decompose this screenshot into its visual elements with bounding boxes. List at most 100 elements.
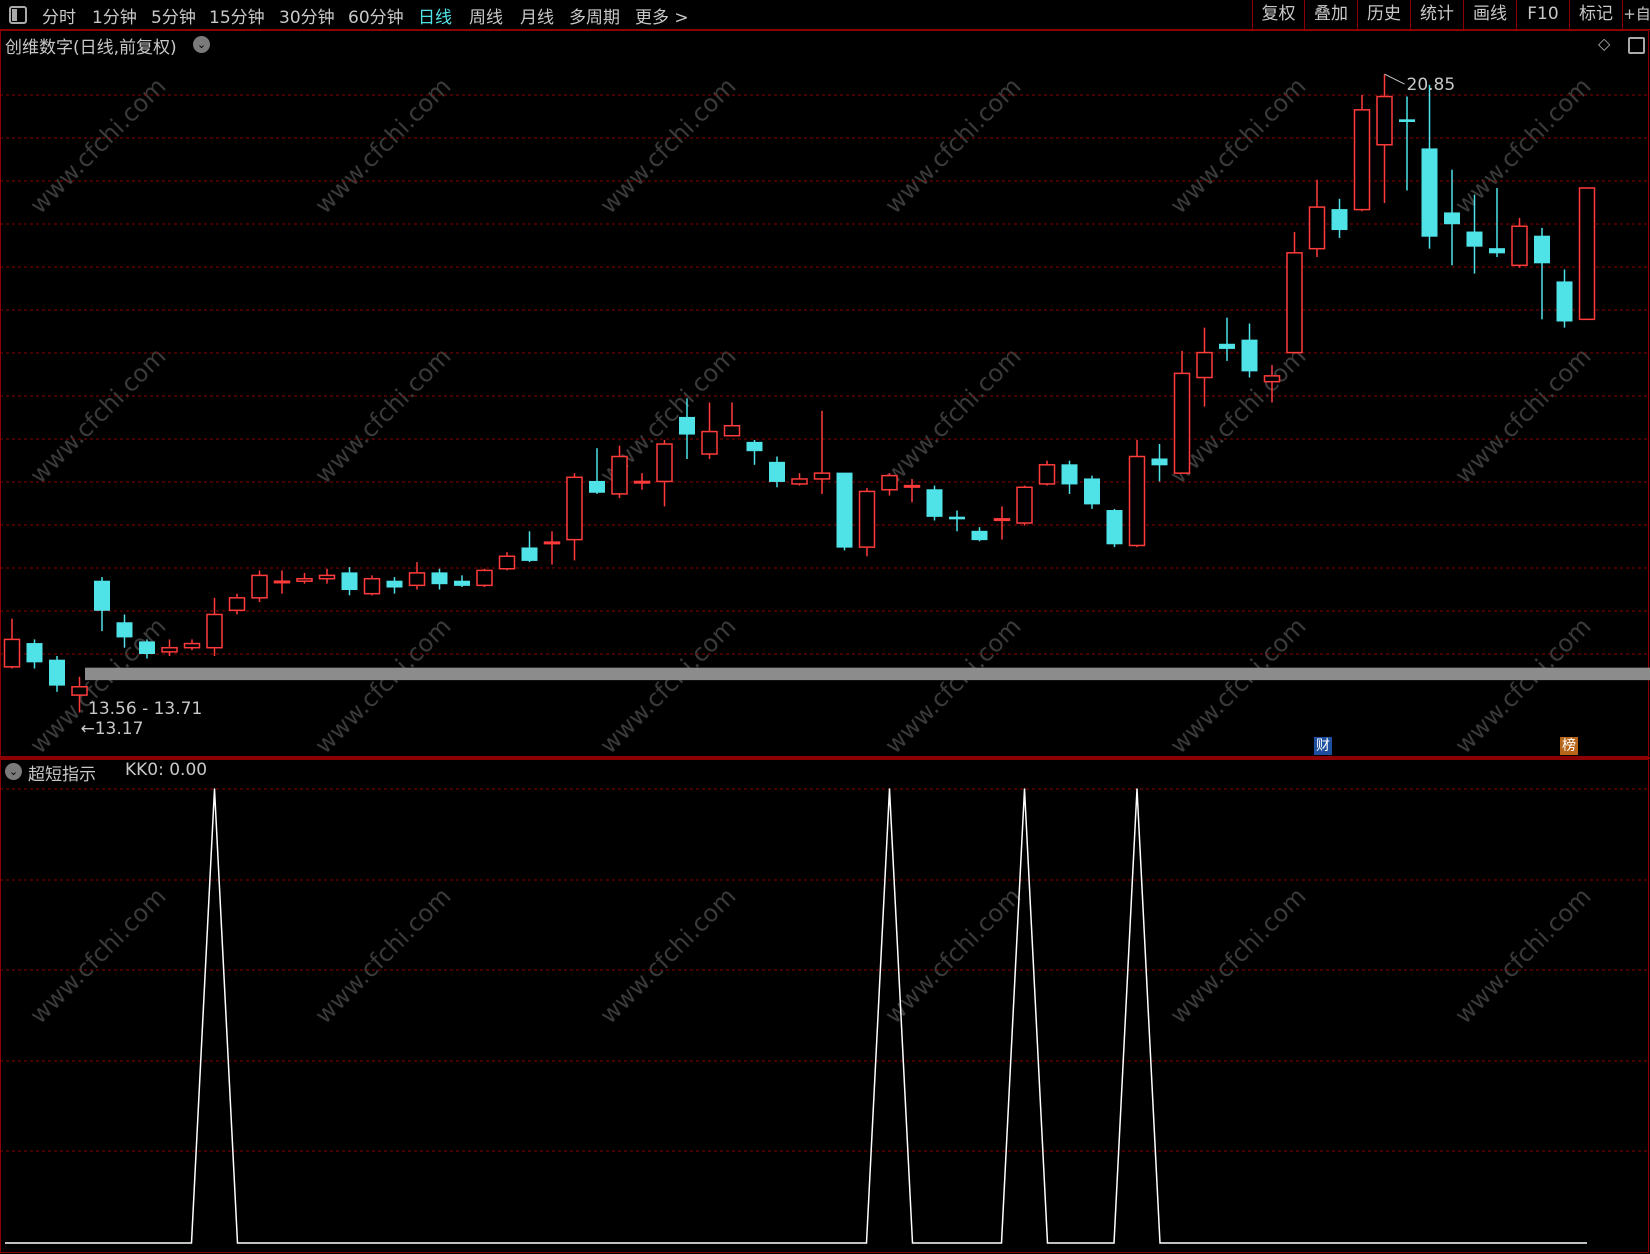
candle-body-up: [273, 580, 291, 584]
candle-body-up: [1376, 95, 1393, 146]
watermark-text: www.cfchi.com: [24, 342, 171, 489]
candle-body-down: [1466, 231, 1483, 247]
watermark-text: www.cfchi.com: [879, 72, 1026, 219]
watermark-text: www.cfchi.com: [309, 882, 456, 1029]
candle-body-up: [701, 430, 718, 455]
candle-body-up: [408, 572, 426, 587]
candle-body-up: [1511, 225, 1528, 267]
kk0-peak-point: [1136, 788, 1138, 790]
candle-body-up: [228, 597, 246, 612]
candle-body-up: [1578, 187, 1596, 321]
candle-body-up: [723, 424, 741, 437]
candle-body-up: [1308, 206, 1326, 250]
watermark-text: www.cfchi.com: [1449, 72, 1596, 219]
candle-body-down: [971, 530, 988, 541]
main-panel-frame: [0, 30, 1649, 757]
candle-body-down: [1331, 209, 1348, 231]
indicator-value: KK0: 0.00: [125, 760, 208, 780]
candle-body-up: [903, 484, 921, 488]
indicator-menu-icon[interactable]: ⌄: [5, 763, 22, 780]
candle-body-up: [363, 577, 381, 595]
watermark-text: www.cfchi.com: [879, 882, 1026, 1029]
indicator-title: 超短指示: [28, 765, 96, 785]
candle-body-up: [183, 642, 201, 649]
candle-body-down: [386, 580, 403, 588]
price-range-label: 13.56 - 13.71: [88, 699, 202, 719]
candle-body-down: [1219, 343, 1235, 349]
kk0-peak-point: [213, 788, 216, 790]
candle-body-up: [543, 541, 561, 545]
candle-body-down: [431, 572, 448, 585]
candle-body-down: [926, 489, 943, 517]
kk0-series-line: [5, 788, 1587, 1244]
candle-body-up: [611, 455, 628, 495]
candle-body-up: [1286, 252, 1303, 354]
watermark-text: www.cfchi.com: [879, 342, 1026, 489]
candle-body-up: [296, 577, 313, 582]
candle-body-down: [769, 461, 785, 482]
ranking-badge[interactable]: 榜: [1560, 737, 1578, 755]
watermark-text: www.cfchi.com: [24, 882, 171, 1029]
candle-body-up: [993, 518, 1011, 522]
kk0-peak-point: [1023, 788, 1026, 790]
candle-body-down: [1489, 248, 1505, 254]
watermark-text: www.cfchi.com: [594, 72, 741, 219]
candle-body-down: [1421, 148, 1438, 237]
candle-body-down: [1444, 212, 1460, 225]
watermark-text: www.cfchi.com: [1449, 342, 1596, 489]
candle-body-up: [1016, 486, 1033, 524]
candle-body-down: [1556, 281, 1573, 322]
high-marker-line: [1384, 73, 1405, 85]
low-price-label: ←13.17: [81, 719, 144, 739]
candle-body-down: [1534, 235, 1550, 264]
price-range-bar: [85, 667, 1650, 681]
watermark-text: www.cfchi.com: [309, 612, 456, 759]
candle-body-up: [71, 686, 88, 696]
candle-body-up: [476, 569, 493, 587]
candle-body-up: [1263, 375, 1281, 383]
candle-body-down: [1151, 458, 1168, 466]
candle-body-down: [26, 643, 43, 663]
candle-body-up: [656, 443, 673, 483]
candle-body-up: [251, 574, 268, 599]
watermark-text: www.cfchi.com: [594, 612, 741, 759]
chart-title: 创维数字(日线,前复权): [5, 38, 177, 58]
candle-body-up: [791, 478, 808, 485]
candle-body-down: [1106, 510, 1123, 545]
candle-body-down: [746, 441, 763, 452]
candle-body-up: [1353, 109, 1371, 211]
watermark-text: www.cfchi.com: [594, 882, 741, 1029]
candle-body-up: [1038, 464, 1056, 485]
candle-body-down: [1084, 478, 1100, 505]
watermark-text: www.cfchi.com: [1164, 72, 1311, 219]
diamond-icon[interactable]: ◇: [1598, 34, 1610, 53]
finance-badge[interactable]: 财: [1314, 737, 1332, 755]
candle-body-up: [881, 474, 898, 491]
window-toggle-icon[interactable]: [1628, 37, 1645, 54]
candle-body-up: [206, 613, 223, 649]
watermark-text: www.cfchi.com: [24, 72, 171, 219]
candle-body-down: [949, 516, 965, 520]
candle-body-down: [1399, 119, 1415, 122]
candle-body-up: [1173, 372, 1191, 474]
candle-body-up: [3, 638, 21, 668]
candle-body-up: [498, 555, 516, 570]
chevron-down-icon[interactable]: ⌄: [193, 36, 210, 53]
candle-body-down: [341, 572, 358, 591]
candle-body-down: [116, 622, 133, 638]
candle-body-down: [1061, 464, 1078, 485]
candle-body-up: [1196, 351, 1213, 379]
candle-body-up: [161, 646, 178, 653]
candle-body-down: [836, 472, 853, 548]
candle-body-down: [1241, 339, 1258, 372]
candle-body-down: [589, 480, 605, 493]
watermark-text: www.cfchi.com: [1164, 612, 1311, 759]
watermark-text: www.cfchi.com: [1164, 882, 1311, 1029]
candle-body-up: [566, 476, 583, 541]
candle-body-down: [94, 580, 110, 611]
candle-body-down: [139, 641, 155, 655]
candle-body-down: [49, 659, 65, 686]
watermark-text: www.cfchi.com: [309, 342, 456, 489]
candle-body-up: [813, 472, 831, 480]
watermark-text: www.cfchi.com: [1449, 882, 1596, 1029]
